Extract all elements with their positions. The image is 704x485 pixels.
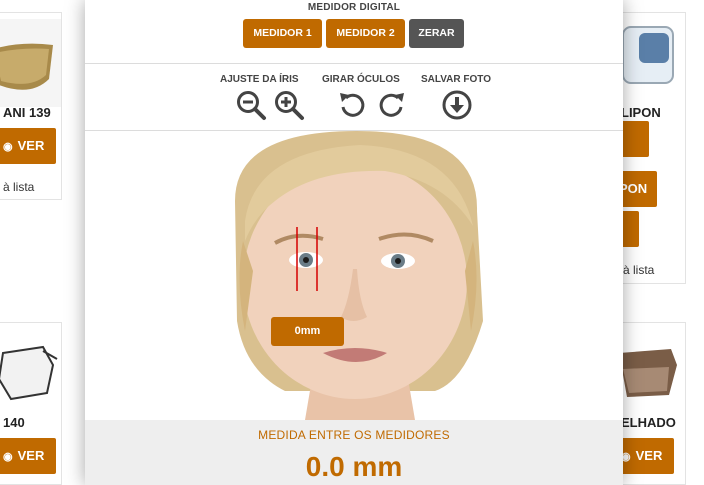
product-image[interactable] bbox=[0, 19, 62, 107]
measurement-label: MEDIDA ENTRE OS MEDIDORES bbox=[258, 428, 450, 442]
measurement-value: 0.0 mm bbox=[305, 451, 403, 482]
eye-icon: ◉ bbox=[3, 141, 13, 153]
add-to-list-link[interactable]: à lista bbox=[3, 180, 34, 194]
download-icon[interactable] bbox=[441, 89, 473, 121]
rotate-right-icon[interactable] bbox=[375, 89, 407, 121]
ver-button[interactable]: ◉ VER bbox=[0, 438, 57, 474]
product-name: ANI 139 bbox=[3, 105, 51, 120]
ver-label: VER bbox=[17, 138, 45, 153]
measurement-chip[interactable]: 0mm bbox=[271, 317, 344, 346]
eye-icon: ◉ bbox=[3, 451, 13, 463]
zoom-in-icon[interactable] bbox=[273, 89, 305, 121]
modal-title: MEDIDOR DIGITAL bbox=[307, 2, 401, 13]
product-card-left-bottom: 140 ◉ VER bbox=[0, 322, 62, 485]
medidor-1-button[interactable]: MEDIDOR 1 bbox=[243, 19, 322, 48]
ver-label: VER bbox=[635, 448, 663, 463]
face-photo[interactable]: 0mm bbox=[85, 131, 623, 420]
product-image[interactable] bbox=[0, 329, 62, 417]
face-illustration bbox=[235, 131, 483, 420]
add-to-list-link[interactable]: à lista bbox=[623, 263, 654, 277]
ver-label: VER bbox=[17, 448, 45, 463]
digital-meter-modal: MEDIDOR DIGITAL MEDIDOR 1 MEDIDOR 2 ZERA… bbox=[85, 0, 623, 485]
zoom-out-icon[interactable] bbox=[235, 89, 267, 121]
product-name: 140 bbox=[3, 415, 25, 430]
measurement-footer: MEDIDA ENTRE OS MEDIDORES 0.0 mm bbox=[85, 420, 623, 485]
rotate-left-icon[interactable] bbox=[337, 89, 369, 121]
product-name: ELHADO bbox=[621, 415, 676, 430]
save-photo-label: SALVAR FOTO bbox=[421, 74, 491, 85]
zerar-button[interactable]: ZERAR bbox=[409, 19, 464, 48]
product-card-left-top: ANI 139 ◉ VER à lista bbox=[0, 12, 62, 200]
product-name: LIPON bbox=[621, 105, 661, 120]
divider bbox=[85, 63, 623, 64]
medidor-2-button[interactable]: MEDIDOR 2 bbox=[326, 19, 405, 48]
ver-button[interactable]: ◉ VER bbox=[0, 128, 57, 164]
iris-adjust-label: AJUSTE DA ÍRIS bbox=[220, 74, 299, 85]
rotate-glasses-label: GIRAR ÓCULOS bbox=[322, 74, 400, 85]
